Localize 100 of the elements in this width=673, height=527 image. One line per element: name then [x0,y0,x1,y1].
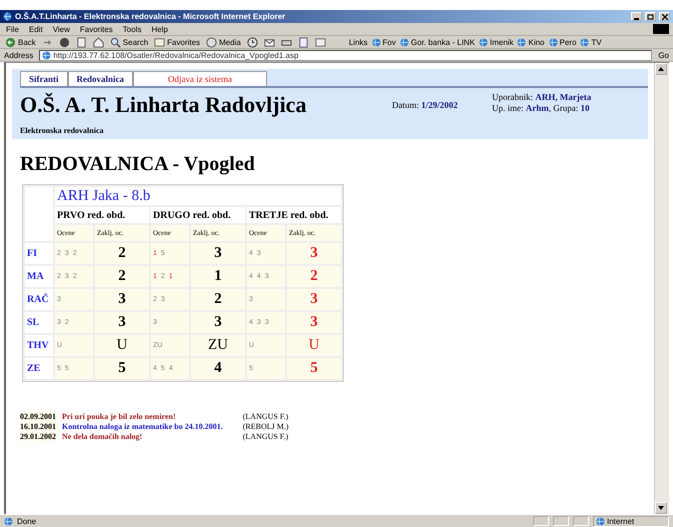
note-teacher: (LANGUS F.) [242,412,289,421]
globe-icon [42,50,52,60]
toolbar-button[interactable] [314,36,327,48]
menu-item[interactable]: Edit [26,24,45,34]
student-name: ARH Jaka - 8.b [55,187,341,205]
subtitle: Elektronska redovalnica [20,126,104,135]
final-grade-cell: 2 [95,243,149,264]
link-button[interactable]: Fov [372,38,396,46]
subject-cell: SL [25,312,53,333]
menu-item[interactable]: File [4,24,21,34]
toolbar-button[interactable] [296,36,310,48]
document-icon [298,36,309,48]
subject-cell: RAČ [25,289,53,310]
toolbar-button[interactable] [246,36,259,48]
final-grade-cell: 3 [191,243,245,264]
close-button[interactable] [659,12,670,21]
toolbar-button[interactable]: Favorites [153,36,202,48]
link-button[interactable]: Kino [517,38,544,46]
period-header: PRVO red. obd. [55,207,149,223]
link-button[interactable]: TV [580,38,602,46]
menu-item[interactable]: Favorites [78,24,115,34]
final-grade-cell: ZU [191,335,245,356]
note-date: 02.09.2001 [20,412,56,421]
page-title: REDOVALNICA - Vpogled [20,153,256,176]
restore-icon [647,14,654,20]
folder-icon [154,36,166,48]
scrollbar[interactable] [654,63,669,514]
menu-item[interactable]: Tools [120,24,144,34]
status-text: Done [17,516,36,526]
subject-cell: FI [25,243,53,264]
back-arrow-icon [5,36,16,48]
globe-icon [4,516,13,526]
school-name: O.Š. A. T. Linharta Radovljica [20,92,308,118]
links-label: Links [348,38,368,46]
browser-icon [3,12,12,21]
final-grade-cell: 3 [95,312,149,333]
menu-item[interactable]: Help [149,24,170,34]
link-button[interactable]: Pero [548,38,576,46]
note-text: Kontrolna naloga iz matematike bo 24.10.2001. [62,422,223,431]
down-arrow-icon [658,506,664,510]
go-button[interactable]: Go [658,50,669,60]
scroll-down-button[interactable] [655,502,667,514]
zone-panel: Internet [593,516,669,526]
toolbar-button[interactable]: Back [4,36,37,48]
globe-icon [580,38,590,46]
maximize-button[interactable] [645,12,656,21]
toolbar-button[interactable] [74,36,88,48]
minimize-button[interactable] [631,12,642,21]
nav-tab[interactable]: Odjava iz sistema [133,71,268,86]
note-text: Ne dela domačih nalog! [62,432,144,441]
page-icon [76,36,87,48]
link-button[interactable]: Imenik [478,38,514,46]
nav-tab[interactable]: Redovalnica [68,71,134,86]
stop-icon [58,36,70,48]
internet-zone-icon [596,516,605,526]
globe-icon [548,38,558,46]
final-grade-cell: 2 [191,289,245,310]
final-grade-cell: 3 [287,312,341,333]
note-text: Pri uri pouka je bil zelo nemiren! [62,412,177,421]
scroll-up-button[interactable] [655,63,667,75]
toolbar-button[interactable]: Search [108,36,150,48]
final-grade-cell: U [95,335,149,356]
chat-icon [314,36,326,48]
globe-icon [372,38,381,46]
window-title: O.Š.A.T.Linharta - Elektronska redovalnica - Microsoft Internet Explorer [15,12,286,21]
note-date: 29.01.2002 [20,432,56,441]
globe-icon [400,38,409,46]
menu-item[interactable]: View [50,24,72,34]
nav-tab[interactable]: Sifranti [20,71,68,86]
final-grade-cell: 5 [95,358,149,379]
final-grade-cell: 4 [191,358,245,379]
toolbar-button[interactable] [262,36,276,48]
final-grade-cell: 3 [191,312,245,333]
address-label: Address [4,50,34,60]
date-text: Datum: 1/29/2002 [392,100,459,110]
final-grade-cell: 1 [191,266,245,287]
subject-cell: MA [25,266,53,287]
address-field[interactable]: http://193.77.62.108/Osatler/Redovalnica/Redovalnica_Vpogled1.asp [39,50,652,60]
search-icon [110,36,121,48]
note-teacher: (REBOLJ M.) [242,422,289,431]
globe-icon [517,38,526,46]
globe-icon [478,38,488,46]
period-header: DRUGO red. obd. [151,207,245,223]
period-header: TRETJE red. obd. [247,207,341,223]
toolbar-button[interactable]: Media [205,36,242,48]
final-grade-cell: 5 [287,358,341,379]
final-grade-cell: 3 [95,289,149,310]
note-date: 16.10.2001 [20,422,56,431]
login-text: Up. ime: Arhm, Grupa: 10 [492,103,590,114]
media-icon [206,36,218,48]
final-grade-cell: 2 [95,266,149,287]
link-button[interactable]: Gor. banka - LINK [400,38,475,46]
subject-cell: THV [25,335,53,356]
toolbar-button[interactable] [58,36,71,48]
final-grade-cell: 3 [287,289,341,310]
close-icon [662,14,668,20]
toolbar-button[interactable] [92,36,105,48]
up-arrow-icon [658,67,664,71]
user-text: Uporabnik: ARH, Marjeta [492,92,592,103]
final-grade-cell: 2 [287,266,341,287]
